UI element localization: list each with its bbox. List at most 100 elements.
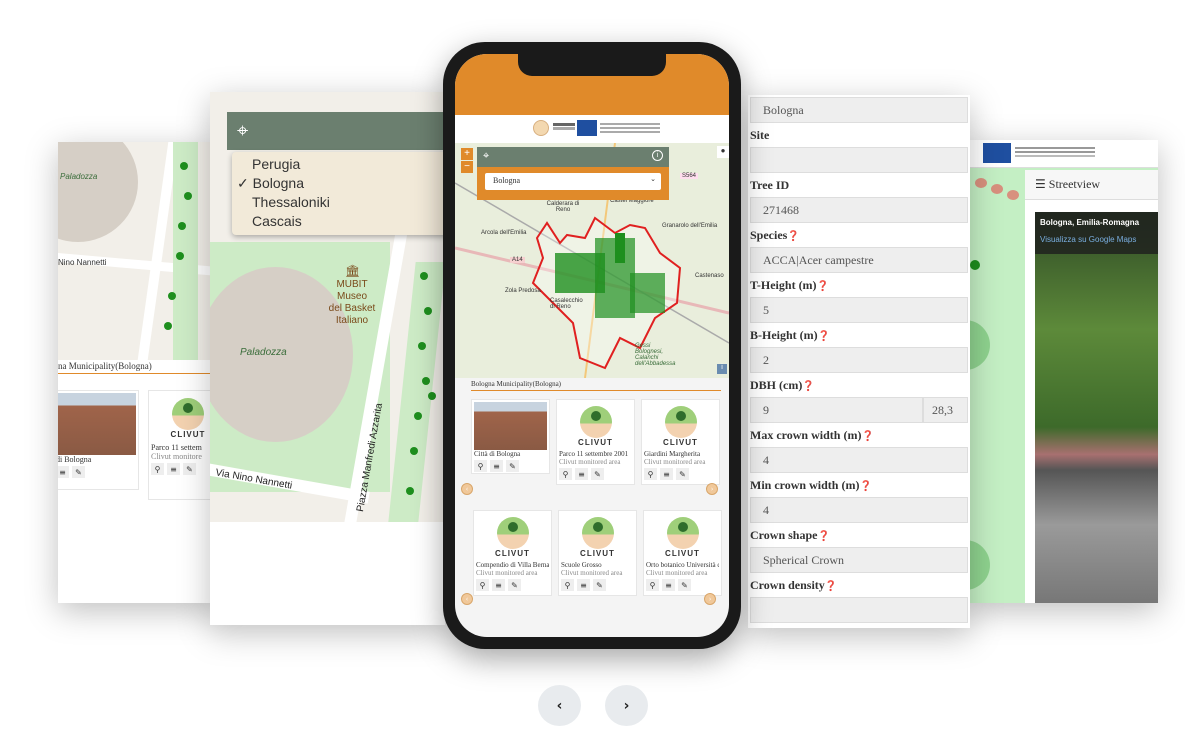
area-card[interactable]: CLIVUT Compendio di Villa Bernar Clivut mo… xyxy=(473,510,552,596)
area-card[interactable]: CLIVUT Parco 11 settem Clivut monitore ⚲… xyxy=(148,390,218,500)
layers-button[interactable]: ● xyxy=(717,146,729,158)
card-subtitle: Clivut monitored area xyxy=(646,569,708,577)
edit-icon[interactable]: ✎ xyxy=(676,468,689,480)
edit-icon[interactable]: ✎ xyxy=(183,463,196,475)
clivut-logo: CLIVUT xyxy=(476,513,549,561)
carousel-next[interactable]: › xyxy=(706,483,718,495)
list-icon[interactable]: ≡ xyxy=(575,468,588,480)
clivut-logo: CLIVUT xyxy=(561,513,634,561)
zoom-out-button[interactable]: − xyxy=(461,161,473,173)
list-icon[interactable]: ≡ xyxy=(662,579,675,591)
prev-slide-button[interactable]: ‹ xyxy=(538,685,581,726)
card-subtitle: Clivut monitored area xyxy=(559,458,621,466)
check-icon: ✓ xyxy=(237,175,249,191)
clivut-logo: CLIVUT xyxy=(151,393,218,443)
area-card[interactable]: CLIVUT Giardini Margherita Clivut monitore… xyxy=(641,399,720,485)
field-input[interactable]: 4 xyxy=(750,447,968,473)
map[interactable]: Paladozza Nino Nannetti xyxy=(58,142,218,360)
list-icon[interactable]: ≡ xyxy=(167,463,180,475)
area-card[interactable]: CLIVUT Scuole Grosso Clivut monitored area… xyxy=(558,510,637,596)
map-pin-icon[interactable]: ⚲ xyxy=(644,468,657,480)
field-input[interactable]: 271468 xyxy=(750,197,968,223)
field-input[interactable]: Spherical Crown xyxy=(750,547,968,573)
map-label: Calderara di Reno xyxy=(546,201,580,213)
map-label: Nino Nannetti xyxy=(58,258,107,267)
map-label: Castenaso xyxy=(695,273,724,279)
area-card[interactable]: CLIVUT Orto botanico Università d Clivut m… xyxy=(643,510,722,596)
municipality-label: na Municipality(Bologna) xyxy=(58,361,218,374)
map-label: Casalecchio di Reno xyxy=(550,298,583,310)
zoom-in-button[interactable]: + xyxy=(461,148,473,160)
area-card[interactable]: Città di Bologna ⚲ ≡ ✎ xyxy=(471,399,550,474)
streetview-location: Bologna, Emilia-Romagna xyxy=(1040,218,1140,227)
map-header: ⌖ xyxy=(227,112,445,150)
streetview-image[interactable]: Bologna, Emilia-Romagna Visualizza su Go… xyxy=(1035,212,1158,603)
left-panel: Paladozza Nino Nannetti na Municipality(… xyxy=(58,142,218,603)
arena-label: Paladozza xyxy=(240,347,287,358)
carousel-next[interactable]: › xyxy=(704,593,716,605)
field-input[interactable] xyxy=(750,147,968,173)
locate-icon[interactable]: ⌖ xyxy=(483,149,489,163)
card-title: Giardini Margherita xyxy=(644,450,701,458)
map-pin-icon[interactable]: ⚲ xyxy=(561,579,574,591)
map-pin-icon[interactable]: ⚲ xyxy=(474,460,487,472)
city-option-bologna[interactable]: ✓ Bologna xyxy=(232,174,445,193)
locate-icon[interactable]: ⌖ xyxy=(237,118,248,142)
city-option-cascais[interactable]: Cascais xyxy=(232,212,445,231)
list-icon[interactable]: ≡ xyxy=(58,466,69,478)
area-card[interactable]: di Bologna ≡ ✎ xyxy=(58,390,139,490)
map-pin-icon[interactable]: ⚲ xyxy=(646,579,659,591)
field-label: Site xyxy=(750,128,770,142)
city-option-perugia[interactable]: Perugia xyxy=(232,155,445,174)
municipality-map[interactable]: Calderara di Reno Castel Maggiore Granar… xyxy=(455,143,729,378)
map-label: Paladozza xyxy=(60,172,98,181)
help-icon[interactable]: ❓ xyxy=(787,231,799,242)
edit-icon[interactable]: ✎ xyxy=(591,468,604,480)
field-label: DBH (cm)❓ xyxy=(750,378,815,392)
field-input[interactable]: 2 xyxy=(750,347,968,373)
municipality-label: Bologna Municipality(Bologna) xyxy=(471,380,721,391)
city-panel: 🏛 MUBIT Museo del Basket Italiano Palado… xyxy=(210,92,445,625)
list-icon[interactable]: ≡ xyxy=(577,579,590,591)
carousel-prev[interactable]: ‹ xyxy=(461,593,473,605)
clivut-logo: CLIVUT xyxy=(644,402,717,450)
info-icon[interactable]: i xyxy=(652,150,663,161)
list-icon[interactable]: ≡ xyxy=(490,460,503,472)
edit-icon[interactable]: ✎ xyxy=(508,579,521,591)
help-icon[interactable]: ❓ xyxy=(817,531,829,542)
help-icon[interactable]: ❓ xyxy=(859,481,871,492)
map-pin-icon[interactable]: ⚲ xyxy=(476,579,489,591)
field-input[interactable]: ACCA|Acer campestre xyxy=(750,247,968,273)
edit-icon[interactable]: ✎ xyxy=(593,579,606,591)
area-card[interactable]: CLIVUT Parco 11 settembre 2001 Clivut moni… xyxy=(556,399,635,485)
map-pin-icon[interactable]: ⚲ xyxy=(559,468,572,480)
next-slide-button[interactable]: › xyxy=(605,685,648,726)
field-input[interactable]: 5 xyxy=(750,297,968,323)
map-label: Granarolo dell'Emilia xyxy=(662,223,718,229)
city-option-thessaloniki[interactable]: Thessaloniki xyxy=(232,193,445,212)
help-icon[interactable]: ❓ xyxy=(817,281,829,292)
map-pin-icon[interactable]: ⚲ xyxy=(151,463,164,475)
list-icon[interactable]: ≡ xyxy=(660,468,673,480)
help-icon[interactable]: ❓ xyxy=(825,581,837,592)
carousel-prev[interactable]: ‹ xyxy=(461,483,473,495)
help-icon[interactable]: ❓ xyxy=(818,331,830,342)
field-input[interactable] xyxy=(750,597,968,623)
help-icon[interactable]: ❓ xyxy=(861,431,873,442)
field-label: T-Height (m)❓ xyxy=(750,278,830,292)
city-select[interactable]: Bologna ⌄ xyxy=(485,173,661,190)
map-label: A14 xyxy=(510,257,525,263)
field-input[interactable]: 4 xyxy=(750,497,968,523)
help-icon[interactable]: ❓ xyxy=(802,381,814,392)
city-field[interactable]: Bologna xyxy=(750,97,968,123)
edit-icon[interactable]: ✎ xyxy=(678,579,691,591)
field-input[interactable]: 9 xyxy=(750,397,923,423)
list-icon[interactable]: ≡ xyxy=(492,579,505,591)
field-label: B-Height (m)❓ xyxy=(750,328,831,342)
field-label: Tree ID xyxy=(750,178,790,192)
edit-icon[interactable]: ✎ xyxy=(506,460,519,472)
city-dropdown[interactable]: Perugia ✓ Bologna Thessaloniki Cascais xyxy=(232,152,445,235)
google-maps-link[interactable]: Visualizza su Google Maps xyxy=(1040,235,1153,244)
edit-icon[interactable]: ✎ xyxy=(72,466,85,478)
info-button[interactable]: i xyxy=(717,364,727,374)
